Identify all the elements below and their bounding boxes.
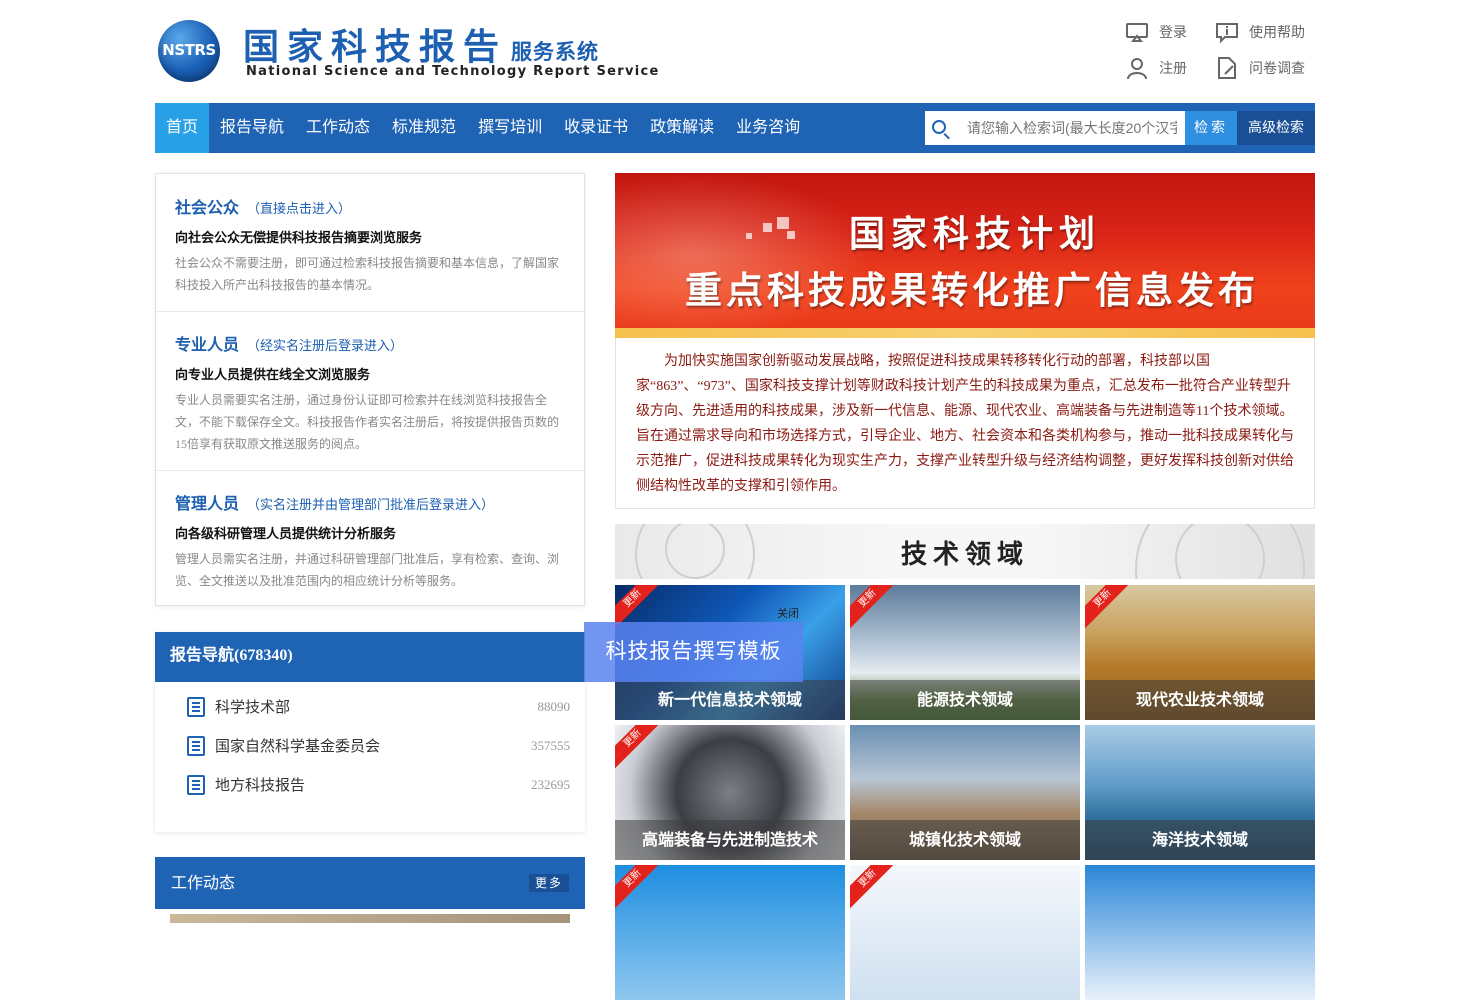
report-nav-row[interactable]: 地方科技报告 232695 — [155, 765, 585, 804]
user-public-title: 社会公众 — [175, 198, 240, 217]
nav-item[interactable]: 撰写培训 — [467, 103, 553, 153]
report-nav: 报告导航(678340) 科学技术部 88090 国家自然科学基金委员会 357… — [155, 632, 585, 832]
update-badge: 更新 — [850, 865, 902, 913]
user-manager-note: （实名注册并由管理部门批准后登录进入） — [247, 498, 495, 513]
tech-field-tile[interactable] — [1085, 865, 1315, 1000]
search-button[interactable]: 检索 — [1185, 111, 1237, 145]
report-nav-title[interactable]: 报告导航(678340) — [155, 632, 585, 682]
nav-item[interactable]: 收录证书 — [553, 103, 639, 153]
user-professional-subtitle: 向专业人员提供在线全文浏览服务 — [175, 368, 371, 383]
user-manager[interactable]: 管理人员 （实名注册并由管理部门批准后登录进入） 向各级科研管理人员提供统计分析服… — [156, 470, 584, 605]
user-professional-desc: 专业人员需要实名注册，通过身份认证即可检索并在线浏览科技报告全文，不能下载保存全… — [175, 393, 560, 451]
header: NSTRS 国家科技报告 服务系统 National Science and Te… — [155, 0, 1315, 102]
info-icon — [1215, 20, 1239, 44]
register-link[interactable]: 注册 — [1125, 56, 1187, 80]
nav-item[interactable]: 标准规范 — [381, 103, 467, 153]
banner-subtitle: 重点科技成果转化推广信息发布 — [685, 268, 1259, 312]
nav-item[interactable]: 报告导航 — [209, 103, 295, 153]
search-input[interactable] — [967, 111, 1177, 145]
banner-title: 国家科技计划 — [849, 213, 1102, 255]
nav-item[interactable]: 业务咨询 — [725, 103, 811, 153]
banner-intro: 为加快实施国家创新驱动发展战略，按照促进科技成果转移转化行动的部署，科技部以国家… — [615, 338, 1315, 509]
logo-abbr: NSTRS — [162, 41, 216, 59]
login-link[interactable]: 登录 — [1125, 20, 1187, 44]
site-title-en: National Science and Technology Report S… — [246, 64, 660, 79]
tech-field-tile[interactable]: 城镇化技术领域 — [850, 725, 1080, 860]
site-title: 国家科技报告 服务系统 — [243, 26, 600, 68]
tech-fields-header: 技术领域 — [615, 524, 1315, 579]
user-professional[interactable]: 专业人员 （经实名注册后登录进入） 向专业人员提供在线全文浏览服务 专业人员需要实… — [156, 311, 584, 470]
nav-item[interactable]: 政策解读 — [639, 103, 725, 153]
monitor-icon — [1125, 20, 1149, 44]
nstrs-logo[interactable]: NSTRS — [158, 20, 220, 82]
user-type-panel: 社会公众 （直接点击进入） 向社会公众无偿提供科技报告摘要浏览服务 社会公众不需要… — [155, 173, 585, 606]
tech-field-tile[interactable]: 海洋技术领域 — [1085, 725, 1315, 860]
update-badge: 更新 — [1085, 585, 1137, 633]
work-news: 工作动态 更多 — [155, 857, 585, 923]
document-icon — [187, 696, 205, 717]
search-box — [925, 111, 1185, 145]
tech-field-tile[interactable]: 更新 能源技术领域 — [850, 585, 1080, 720]
tech-field-tile[interactable]: 更新现代农业技术领域 — [1085, 585, 1315, 720]
work-news-image[interactable] — [170, 914, 570, 923]
user-manager-desc: 管理人员需实名注册，并通过科研管理部门批准后，享有检索、查询、浏览、全文推送以及… — [175, 552, 560, 588]
survey-link[interactable]: 问卷调查 — [1215, 56, 1305, 80]
user-public[interactable]: 社会公众 （直接点击进入） 向社会公众无偿提供科技报告摘要浏览服务 社会公众不需要… — [156, 174, 584, 311]
update-badge: 更新 — [850, 585, 902, 633]
tech-field-label: 高端装备与先进制造技术 — [615, 820, 845, 860]
tech-fields-title: 技术领域 — [900, 540, 1029, 570]
nav-items: 首页 报告导航 工作动态 标准规范 撰写培训 收录证书 政策解读 业务咨询 — [155, 103, 811, 153]
tech-field-tile[interactable]: 更新 — [850, 865, 1080, 1000]
report-nav-row[interactable]: 国家自然科学基金委员会 357555 — [155, 726, 585, 765]
nav-item[interactable]: 工作动态 — [295, 103, 381, 153]
user-professional-title: 专业人员 — [175, 335, 240, 354]
help-link[interactable]: 使用帮助 — [1215, 20, 1305, 44]
more-button[interactable]: 更多 — [528, 874, 569, 892]
template-popup[interactable]: 科技报告撰写模板 — [584, 622, 803, 682]
document-icon — [187, 735, 205, 756]
promo-banner[interactable]: 国家科技计划 重点科技成果转化推广信息发布 — [615, 173, 1315, 338]
report-nav-row[interactable]: 科学技术部 88090 — [155, 687, 585, 726]
user-public-subtitle: 向社会公众无偿提供科技报告摘要浏览服务 — [175, 231, 423, 246]
tech-field-tile[interactable]: 更新 — [615, 865, 845, 1000]
edit-icon — [1215, 56, 1239, 80]
tech-field-label: 新一代信息技术领域 — [615, 680, 845, 720]
update-badge: 更新 — [615, 865, 667, 913]
user-icon — [1125, 56, 1149, 80]
tech-field-label: 能源技术领域 — [850, 680, 1080, 720]
work-news-title: 工作动态 — [171, 873, 236, 892]
main-nav: 首页报告导航工作动态标准规范撰写培训收录证书政策解读业务咨询 检索 高级检索 — [155, 103, 1315, 153]
update-badge: 更新 — [615, 725, 667, 773]
user-manager-title: 管理人员 — [175, 494, 240, 513]
tech-field-tile[interactable]: 更新高端装备与先进制造技术 — [615, 725, 845, 860]
popup-close-button[interactable]: 关闭 — [777, 605, 799, 621]
user-professional-note: （经实名注册后登录进入） — [247, 339, 404, 354]
advanced-search-button[interactable]: 高级检索 — [1237, 111, 1315, 145]
document-icon — [187, 774, 205, 795]
search-icon — [932, 120, 946, 134]
tech-field-label: 现代农业技术领域 — [1085, 680, 1315, 720]
tech-field-label: 城镇化技术领域 — [850, 820, 1080, 860]
user-public-note: （直接点击进入） — [247, 202, 352, 217]
tech-field-label: 海洋技术领域 — [1085, 820, 1315, 860]
user-manager-subtitle: 向各级科研管理人员提供统计分析服务 — [175, 527, 397, 542]
work-news-header: 工作动态 更多 — [155, 857, 585, 909]
user-public-desc: 社会公众不需要注册，即可通过检索科技报告摘要和基本信息，了解国家科技投入所产出科… — [175, 256, 560, 292]
nav-item[interactable]: 首页 — [155, 103, 210, 153]
